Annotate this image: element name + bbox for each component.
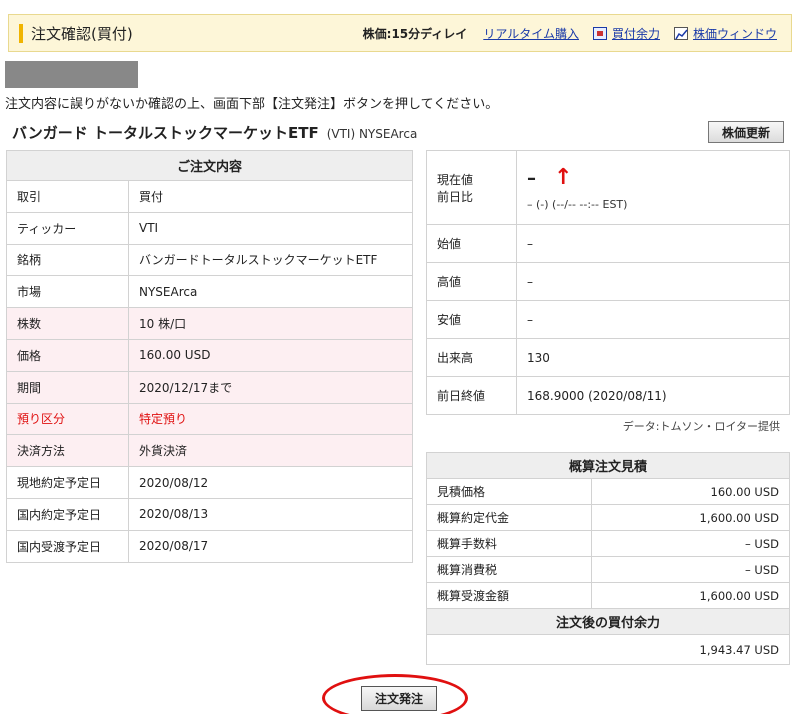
table-row: 銘柄 バンガードトータルストックマーケットETF [6, 243, 413, 277]
table-row: 見積価格 160.00 USD [426, 478, 790, 505]
page-title: 注文確認(買付) [31, 25, 133, 43]
wallet-icon [592, 27, 607, 40]
table-row: 国内約定予定日 2020/08/13 [6, 497, 413, 531]
table-row: 期間 2020/12/17まで [6, 370, 413, 404]
change-label: 前日比 [437, 189, 474, 204]
table-row: 概算受渡金額 1,600.00 USD [426, 582, 790, 609]
chart-icon [673, 27, 688, 40]
submit-order-button[interactable]: 注文発注 [361, 686, 437, 711]
current-price-value: – [527, 167, 536, 189]
current-price-label: 現在値 [437, 172, 474, 187]
quote-table: 現在値 前日比 – ↑ – (-) (--/-- --:-- EST) 始値 – 高… [426, 150, 790, 415]
table-row: 概算約定代金 1,600.00 USD [426, 504, 790, 531]
table-row: 価格 160.00 USD [6, 338, 413, 372]
table-row: 現地約定予定日 2020/08/12 [6, 466, 413, 499]
table-row: 国内受渡予定日 2020/08/17 [6, 529, 413, 563]
instruction-text: 注文内容に誤りがないか確認の上、画面下部【注文発注】ボタンを押してください。 [5, 97, 499, 112]
table-row: 預り区分 特定預り [6, 402, 413, 436]
table-row: 概算手数料 – USD [426, 530, 790, 557]
header-accent-bar [19, 24, 23, 43]
table-row: 現在値 前日比 – ↑ – (-) (--/-- --:-- EST) [426, 150, 790, 225]
data-source-note: データ:トムソン・ロイター提供 [622, 420, 780, 433]
product-name: バンガード トータルストックマーケットETF [12, 124, 319, 142]
up-arrow-icon: ↑ [554, 164, 573, 190]
estimate-header: 概算注文見積 [426, 452, 790, 479]
table-row: ティッカー VTI [6, 211, 413, 245]
after-buying-power-value: 1,943.47 USD [426, 634, 790, 665]
page-header: 注文確認(買付) 株価:15分ディレイ リアルタイム購入 買付余力 株価ウィンド… [8, 14, 792, 52]
order-details-table: ご注文内容 取引 買付 ティッカー VTI 銘柄 バンガードトータルストックマーケット… [6, 150, 413, 563]
table-row: 決済方法 外貨決済 [6, 434, 413, 468]
table-row: 前日終値 168.9000 (2020/08/11) [426, 376, 790, 415]
table-row: 概算消費税 – USD [426, 556, 790, 583]
table-row: 出来高 130 [426, 338, 790, 377]
estimate-table: 概算注文見積 見積価格 160.00 USD 概算約定代金 1,600.00 USD… [426, 452, 790, 665]
table-row: 1,943.47 USD [426, 634, 790, 665]
change-value: – (-) (--/-- --:-- EST) [527, 197, 628, 211]
realtime-purchase-link[interactable]: リアルタイム購入 [483, 25, 579, 42]
redacted-block [5, 61, 138, 88]
after-buying-power-header: 注文後の買付余力 [426, 608, 790, 635]
refresh-price-button[interactable]: 株価更新 [708, 121, 784, 143]
product-title: バンガード トータルストックマーケットETF (VTI) NYSEArca [12, 122, 417, 143]
table-row: 市場 NYSEArca [6, 275, 413, 309]
product-ticker-market: (VTI) NYSEArca [326, 127, 418, 141]
table-row: 安値 – [426, 300, 790, 339]
price-window-link[interactable]: 株価ウィンドウ [693, 25, 777, 42]
table-row: 株数 10 株/口 [6, 307, 413, 340]
header-links: 株価:15分ディレイ リアルタイム購入 買付余力 株価ウィンドウ [363, 25, 777, 42]
buying-power-link[interactable]: 買付余力 [612, 25, 660, 42]
price-delay-label: 株価:15分ディレイ [362, 27, 468, 41]
order-details-header: ご注文内容 [6, 150, 413, 181]
table-row: 高値 – [426, 262, 790, 301]
table-row: 取引 買付 [6, 180, 413, 213]
table-row: 始値 – [426, 224, 790, 263]
